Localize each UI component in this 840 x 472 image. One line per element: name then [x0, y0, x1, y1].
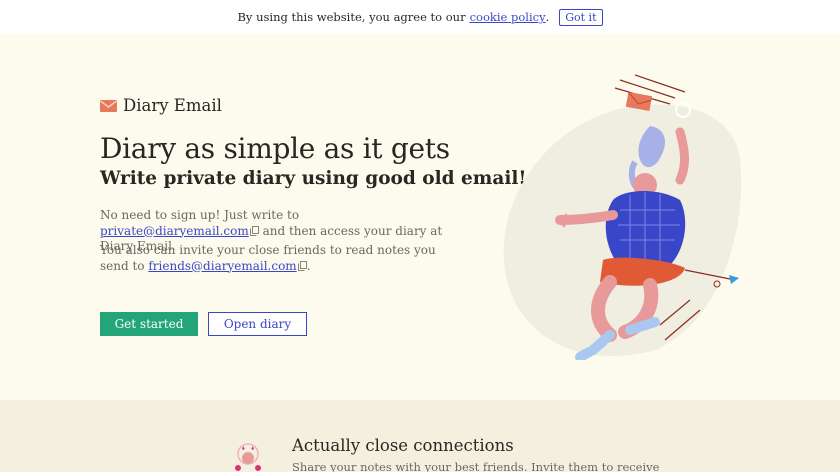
envelope-icon [100, 99, 117, 112]
page-title: Diary as simple as it gets [100, 132, 450, 165]
feature-title: Actually close connections [292, 436, 514, 455]
cookie-period: . [545, 10, 550, 24]
intro-text: No need to sign up! Just write to [100, 208, 300, 222]
cookie-banner: By using this website, you agree to our … [0, 0, 840, 34]
brand-name: Diary Email [123, 96, 222, 115]
copy-icon[interactable] [249, 225, 259, 236]
cookie-text: By using this website, you agree to our [237, 10, 466, 24]
invite-text-end: . [306, 258, 311, 273]
friends-icon [235, 443, 261, 471]
friends-email-link[interactable]: friends@diaryemail.com [148, 259, 296, 273]
copy-icon[interactable] [297, 260, 307, 271]
invite-paragraph: You also can invite your close friends t… [100, 243, 450, 274]
open-diary-button[interactable]: Open diary [208, 312, 307, 336]
page-subtitle: Write private diary using good old email… [100, 168, 527, 189]
get-started-button[interactable]: Get started [100, 312, 198, 336]
brand-logo[interactable]: Diary Email [100, 96, 222, 115]
feature-section: Actually close connections Share your no… [0, 400, 840, 472]
hero-section: Diary Email Diary as simple as it gets W… [0, 34, 840, 400]
feature-text: Share your notes with your best friends.… [292, 460, 660, 472]
flying-woman-illustration [503, 74, 742, 360]
got-it-button[interactable]: Got it [559, 8, 603, 26]
cookie-policy-link[interactable]: cookie policy [470, 10, 546, 24]
private-email-link[interactable]: private@diaryemail.com [100, 224, 249, 238]
